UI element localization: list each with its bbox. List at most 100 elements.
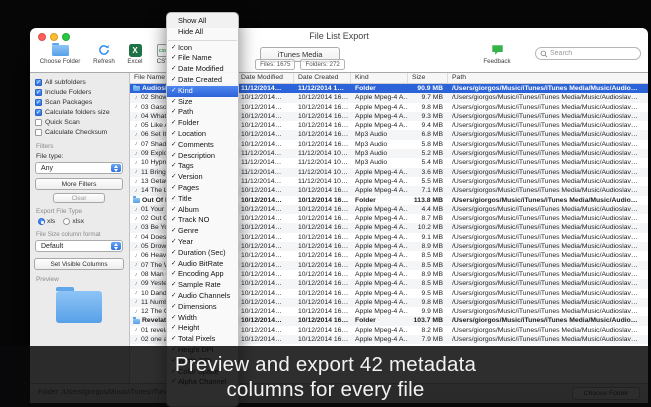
menu-item-year[interactable]: ✓Year <box>167 237 238 248</box>
kind-cell: Apple Mpeg-4 A… <box>351 186 408 195</box>
menu-item-track-no[interactable]: ✓Track NO <box>167 215 238 226</box>
size-cell: 9.4 MB <box>408 121 448 130</box>
menu-item-show-all[interactable]: Show All <box>167 16 238 27</box>
path-cell: /Users/giorgos/Music/iTunes/iTunes Media… <box>448 112 648 121</box>
radio-xls[interactable]: xls <box>38 218 55 225</box>
refresh-toolbar-button[interactable]: Refresh <box>88 43 120 65</box>
menu-item-sample-rate[interactable]: ✓Sample Rate <box>167 280 238 291</box>
date-modified-cell: 11/12/2014… <box>237 168 294 177</box>
date-modified-cell: 10/12/2014… <box>237 307 294 316</box>
checkbox[interactable]: ✓ <box>35 109 42 116</box>
sidebar-checkbox-include-folders[interactable]: ✓Include Folders <box>35 87 127 97</box>
kind-cell: Folder <box>351 316 408 325</box>
date-modified-cell: 10/12/2014… <box>237 130 294 139</box>
checkbox[interactable]: ✓ <box>35 79 42 86</box>
date-created-cell: 10/12/2014 16… <box>294 205 351 214</box>
menu-item-file-name[interactable]: ✓File Name <box>167 53 238 64</box>
radio-xlsx[interactable]: xlsx <box>63 218 84 225</box>
menu-item-label: Track NO <box>178 215 209 226</box>
popup-arrows-icon <box>111 164 121 172</box>
menu-item-folder[interactable]: ✓Folder <box>167 118 238 129</box>
column-header-kind[interactable]: Kind <box>351 73 408 83</box>
checkmark-icon: ✓ <box>171 183 178 194</box>
sidebar-checkbox-calculate-folders-size[interactable]: ✓Calculate folders size <box>35 107 127 117</box>
audio-file-icon: ♪ <box>133 141 139 147</box>
menu-item-path[interactable]: ✓Path <box>167 107 238 118</box>
menu-item-album[interactable]: ✓Album <box>167 205 238 216</box>
menu-item-label: Icon <box>178 43 192 54</box>
sidebar-checkbox-all-subfolders[interactable]: ✓All subfolders <box>35 77 127 87</box>
column-header-date-modified[interactable]: Date Modified <box>237 73 294 83</box>
excel-export-toolbar-button[interactable]: X Excel <box>122 43 148 65</box>
menu-item-height[interactable]: ✓Height <box>167 323 238 334</box>
checkbox[interactable]: ✓ <box>35 99 42 106</box>
menu-item-audio-channels[interactable]: ✓Audio Channels <box>167 291 238 302</box>
size-format-popup[interactable]: Default <box>35 240 123 252</box>
size-cell: 9.9 MB <box>408 307 448 316</box>
date-modified-cell: 10/12/2014… <box>237 270 294 279</box>
menu-item-encoding-app[interactable]: ✓Encoding App <box>167 269 238 280</box>
menu-item-tags[interactable]: ✓Tags <box>167 161 238 172</box>
set-visible-columns-button[interactable]: Set Visible Columns <box>34 258 124 270</box>
date-modified-cell: 10/12/2014… <box>237 279 294 288</box>
menu-item-hide-all[interactable]: Hide All <box>167 27 238 38</box>
menu-item-dimensions[interactable]: ✓Dimensions <box>167 302 238 313</box>
date-created-cell: 10/12/2014 16… <box>294 112 351 121</box>
kind-cell: Apple Mpeg-4 A… <box>351 251 408 260</box>
menu-item-total-pixels[interactable]: ✓Total Pixels <box>167 334 238 345</box>
date-modified-cell: 10/12/2014… <box>237 326 294 335</box>
menu-item-version[interactable]: ✓Version <box>167 172 238 183</box>
menu-item-location[interactable]: ✓Location <box>167 129 238 140</box>
date-modified-cell: 10/12/2014… <box>237 223 294 232</box>
feedback-toolbar-button[interactable]: Feedback <box>478 43 516 65</box>
menu-item-date-created[interactable]: ✓Date Created <box>167 75 238 86</box>
menu-item-duration-sec[interactable]: ✓Duration (Sec) <box>167 248 238 259</box>
menu-item-title[interactable]: ✓Title <box>167 194 238 205</box>
sidebar-checkbox-scan-packages[interactable]: ✓Scan Packages <box>35 97 127 107</box>
file-type-popup[interactable]: Any <box>35 162 123 174</box>
date-modified-cell: 10/12/2014… <box>237 261 294 270</box>
checkbox[interactable] <box>35 119 42 126</box>
menu-item-icon[interactable]: ✓Icon <box>167 43 238 54</box>
size-cell: 3.6 MB <box>408 168 448 177</box>
path-cell: /Users/giorgos/Music/iTunes/iTunes Media… <box>448 140 648 149</box>
size-cell: 8.5 MB <box>408 251 448 260</box>
sidebar-checkbox-quick-scan[interactable]: Quick Scan <box>35 117 127 127</box>
menu-item-kind[interactable]: ✓Kind <box>167 86 238 97</box>
menu-item-date-modified[interactable]: ✓Date Modified <box>167 64 238 75</box>
column-header-size[interactable]: Size <box>408 73 448 83</box>
radio-circle[interactable] <box>38 218 45 225</box>
menu-item-pages[interactable]: ✓Pages <box>167 183 238 194</box>
column-header-date-created[interactable]: Date Created <box>294 73 351 83</box>
menu-item-size[interactable]: ✓Size <box>167 97 238 108</box>
kind-cell: Mp3 Audio <box>351 140 408 149</box>
date-created-cell: 10/12/2014 16… <box>294 307 351 316</box>
checkbox[interactable]: ✓ <box>35 89 42 96</box>
menu-item-comments[interactable]: ✓Comments <box>167 140 238 151</box>
date-created-cell: 11/12/2014 10… <box>294 149 351 158</box>
kind-cell: Apple Mpeg-4 A… <box>351 214 408 223</box>
checkbox[interactable] <box>35 129 42 136</box>
radio-circle[interactable] <box>63 218 70 225</box>
search-field[interactable] <box>535 47 641 60</box>
folder-icon <box>52 45 69 56</box>
date-modified-cell: 11/12/2014… <box>237 149 294 158</box>
kind-cell: Apple Mpeg-4 A… <box>351 307 408 316</box>
date-modified-cell: 10/12/2014… <box>237 335 294 344</box>
menu-item-label: Version <box>178 172 203 183</box>
date-created-cell: 11/12/2014 1… <box>294 84 351 93</box>
size-cell: 8.2 MB <box>408 326 448 335</box>
column-header-path[interactable]: Path <box>448 73 648 83</box>
menu-item-genre[interactable]: ✓Genre <box>167 226 238 237</box>
more-filters-button[interactable]: More Filters <box>35 178 123 190</box>
date-modified-cell: 10/12/2014… <box>237 196 294 205</box>
search-input[interactable] <box>550 50 630 57</box>
marketing-caption-overlay: Preview and export 42 metadata columns f… <box>0 346 651 407</box>
clear-filters-button[interactable]: Clear <box>53 193 105 203</box>
sidebar-checkbox-list: ✓All subfolders✓Include Folders✓Scan Pac… <box>35 77 127 137</box>
choose-folder-toolbar-button[interactable]: Choose Folder <box>32 43 88 65</box>
menu-item-width[interactable]: ✓Width <box>167 313 238 324</box>
menu-item-description[interactable]: ✓Description <box>167 151 238 162</box>
menu-item-audio-bitrate[interactable]: ✓Audio BitRate <box>167 259 238 270</box>
sidebar-checkbox-calculate-checksum[interactable]: Calculate Checksum <box>35 127 127 137</box>
